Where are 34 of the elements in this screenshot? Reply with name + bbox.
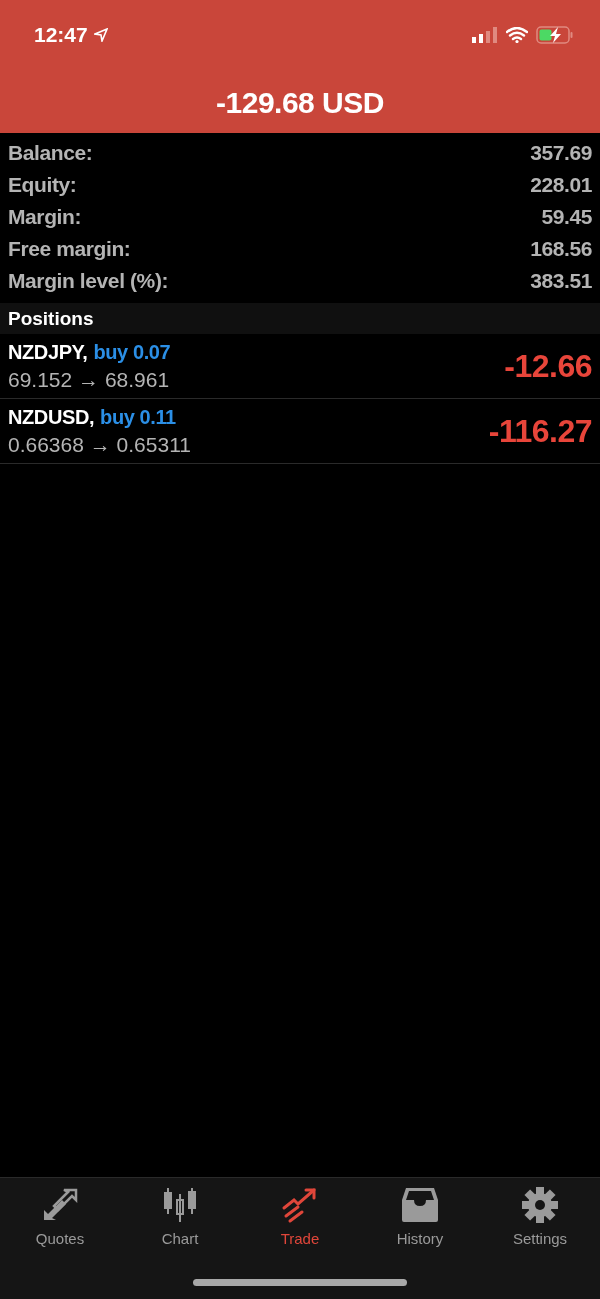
summary-value: 228.01 — [530, 173, 592, 197]
tab[interactable]: Settings — [490, 1186, 590, 1247]
summary-label: Balance: — [8, 141, 93, 165]
position-profit: -12.66 — [504, 347, 592, 385]
position-prices: 69.152 → 68.961 — [8, 367, 171, 392]
tab[interactable]: Quotes — [10, 1186, 110, 1247]
signal-icon — [472, 27, 498, 43]
position-profit: -116.27 — [488, 412, 592, 450]
account-profit-title: -129.68 USD — [215, 86, 385, 120]
summary-label: Equity: — [8, 173, 77, 197]
position-row[interactable]: NZDJPY, buy 0.07 69.152 → 68.961 -12.66 — [0, 334, 600, 399]
position-symbol: NZDUSD, — [8, 405, 95, 429]
summary-label: Margin level (%): — [8, 269, 169, 293]
status-time: 12:47 — [34, 23, 88, 47]
positions-header: Positions — [0, 303, 600, 334]
tab[interactable]: History — [370, 1186, 470, 1247]
tab[interactable]: Chart — [130, 1186, 230, 1247]
wifi-icon — [506, 27, 528, 43]
summary-value: 383.51 — [530, 269, 592, 293]
position-symbol: NZDJPY, — [8, 340, 88, 364]
summary-value: 59.45 — [541, 205, 592, 229]
inbox-icon — [400, 1186, 440, 1224]
settings-icon — [520, 1186, 560, 1224]
battery-charging-icon — [536, 26, 574, 44]
location-arrow-icon — [93, 28, 108, 42]
summary-label: Margin: — [8, 205, 82, 229]
summary-value: 168.56 — [530, 237, 592, 261]
summary-value: 357.69 — [530, 141, 592, 165]
tab[interactable]: Trade — [250, 1186, 350, 1247]
position-order: buy 0.11 — [100, 405, 176, 429]
position-prices: 0.66368 → 0.65311 — [8, 432, 191, 457]
summary-label: Free margin: — [8, 237, 131, 261]
position-order: buy 0.07 — [93, 340, 171, 364]
position-row[interactable]: NZDUSD, buy 0.11 0.66368 → 0.65311 -116.27 — [0, 399, 600, 464]
